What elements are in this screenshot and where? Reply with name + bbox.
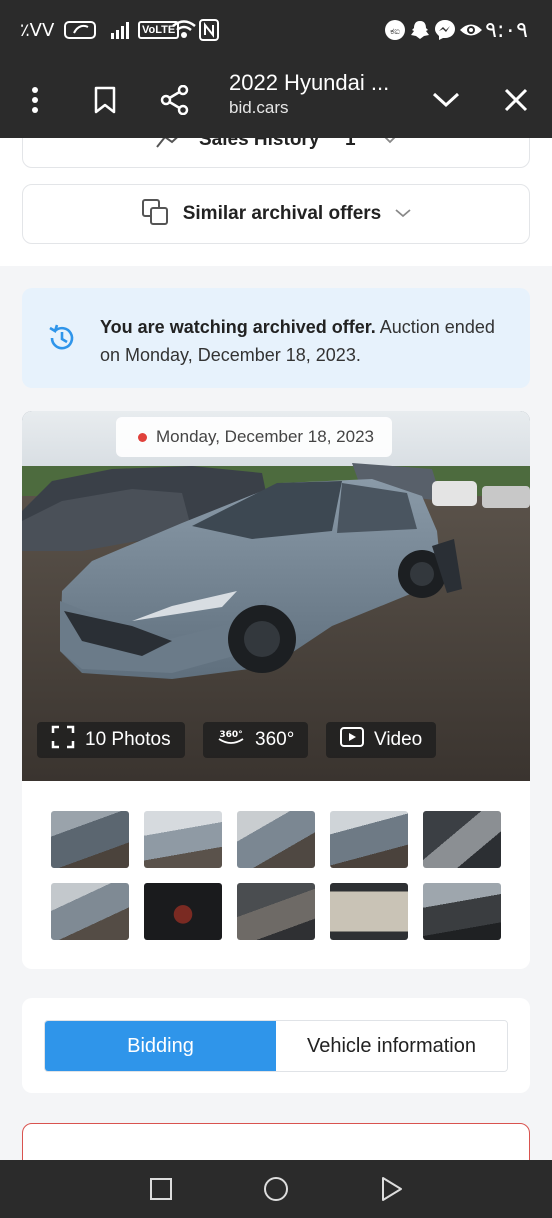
tab-vehicle-information[interactable]: Vehicle information [276,1021,507,1071]
alert-card [22,1123,530,1160]
similar-offers-label: Similar archival offers [182,203,382,224]
battery-saver-icon [64,19,98,46]
photos-button[interactable]: 10 Photos [37,722,185,758]
sales-history-button[interactable]: Sales History 1 [22,138,530,168]
photo-thumbnails [51,811,501,940]
photo-thumbnail[interactable] [144,883,222,940]
photo-thumbnail[interactable] [423,883,501,940]
recent-apps-icon[interactable] [146,1174,176,1204]
eye-icon [459,19,483,46]
more-options-icon[interactable] [15,80,55,120]
photo-thumbnail[interactable] [237,811,315,868]
messenger-icon [434,19,456,46]
snapchat-icon [410,19,430,46]
video-label: Video [374,729,423,750]
photo-thumbnail[interactable] [330,811,408,868]
browser-toolbar: 2022 Hyundai ... bid.cars [0,62,552,138]
status-bar: ٪VV VoLTE ಕಐ ٩:٠٩ [0,0,552,62]
play-video-icon [340,727,364,753]
status-dot [138,433,147,442]
photo-thumbnail[interactable] [144,811,222,868]
bookmark-icon[interactable] [85,80,125,120]
signal-icon [110,19,134,46]
view-360-label: 360° [255,729,295,750]
photo-thumbnail[interactable] [237,883,315,940]
status-time: ٩:٠٩ [485,18,528,43]
nfc-icon [199,19,219,46]
svg-text:ಕಐ: ಕಐ [390,27,400,37]
history-icon [46,322,78,359]
photos-label: 10 Photos [85,729,171,750]
photo-gallery: Monday, December 18, 2023 10 Photos 360°… [22,411,530,969]
sales-history-label: Sales History [199,138,320,150]
archived-offer-bold: You are watching archived offer. [100,317,376,337]
photo-thumbnail[interactable] [330,883,408,940]
chart-line-icon [155,138,187,156]
archived-offer-notice: You are watching archived offer. Auction… [22,288,530,388]
sales-history-count: 1 [345,138,356,150]
similar-offers-button[interactable]: Similar archival offers [22,184,530,244]
main-vehicle-photo[interactable]: Monday, December 18, 2023 10 Photos 360°… [22,411,530,781]
wifi-icon [171,19,197,46]
page-title[interactable]: 2022 Hyundai ... [229,70,389,96]
video-button[interactable]: Video [326,722,437,758]
home-icon[interactable] [261,1174,291,1204]
auction-tabs-card: Bidding Vehicle information [22,998,530,1093]
page-url[interactable]: bid.cars [229,98,289,118]
copy-icon [141,198,169,231]
back-icon[interactable] [377,1174,407,1204]
archived-offer-text: You are watching archived offer. Auction… [100,313,510,369]
view-360-button[interactable]: 360° 360° [203,722,309,758]
photo-date: Monday, December 18, 2023 [156,427,374,446]
system-navigation-bar [0,1160,552,1218]
chevron-down-icon [383,138,397,149]
status-left-text: ٪VV [20,20,55,41]
photo-thumbnail[interactable] [51,811,129,868]
photo-thumbnail[interactable] [51,883,129,940]
page-content: Sales History 1 Similar archival offers … [0,138,552,1160]
fullscreen-icon [51,725,75,755]
chevron-down-icon[interactable] [426,80,466,120]
app-notification-icon: ಕಐ [384,19,406,46]
svg-text:360°: 360° [219,730,242,740]
tab-bidding[interactable]: Bidding [45,1021,276,1071]
photo-thumbnail[interactable] [423,811,501,868]
chevron-down-icon [395,205,411,223]
photo-date-badge: Monday, December 18, 2023 [116,417,392,457]
auction-tabs: Bidding Vehicle information [44,1020,508,1072]
rotate-360-icon: 360° [217,727,245,753]
close-icon[interactable] [496,80,536,120]
share-icon[interactable] [155,80,195,120]
